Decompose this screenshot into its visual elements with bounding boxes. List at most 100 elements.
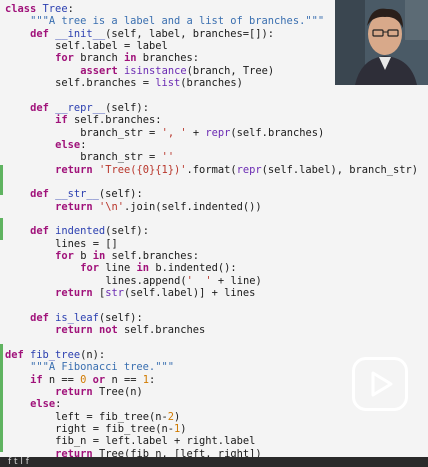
code-token: (self.label), branch_str) (261, 163, 419, 176)
code-line: def __str__(self): (30, 188, 143, 201)
code-token: def (30, 225, 56, 238)
code-token: else (55, 138, 81, 151)
code-line: if self.branches: (55, 114, 161, 127)
code-line: for b in self.branches: (55, 250, 199, 263)
code-line: if n == 0 or n == 1: (30, 374, 155, 387)
code-token: self.branches: (73, 114, 162, 127)
gutter-change-marker (0, 218, 3, 240)
code-token: + line) (211, 274, 262, 287)
code-line: lines = [] (55, 238, 118, 251)
play-button[interactable] (352, 357, 408, 411)
play-icon (371, 371, 393, 397)
code-token: (self): (105, 101, 149, 114)
code-token: (self): (98, 311, 143, 324)
code-token: (branch, Tree) (186, 64, 275, 77)
code-token: class (5, 3, 43, 15)
code-token: def (30, 101, 56, 114)
code-token: branch_str = (80, 126, 162, 139)
code-line: """A tree is a label and a list of branc… (30, 15, 324, 28)
bottom-status-text: f t l f (8, 457, 29, 467)
code-token: Tree(n) (98, 385, 143, 398)
code-line: lines.append(' ' + line) (105, 275, 261, 288)
code-token: for (80, 262, 106, 275)
code-token: : (148, 373, 156, 386)
code-token: __repr__ (55, 101, 106, 114)
code-token: (self, label, branches=[]): (105, 27, 275, 40)
code-token: def (30, 311, 56, 324)
code-token: '\n' (98, 200, 124, 213)
gutter-change-marker (0, 165, 3, 195)
code-token: return (55, 287, 99, 300)
code-token: line (105, 262, 137, 275)
code-line: for line in b.indented(): (80, 262, 236, 275)
code-token: (self): (98, 188, 143, 201)
code-token: list (155, 77, 181, 90)
code-token: self.label = label (55, 40, 168, 53)
code-token: str (105, 287, 124, 300)
code-line: def fib_tree(n): (5, 349, 105, 362)
code-token: lines = [] (55, 237, 118, 250)
code-token: return (55, 200, 99, 213)
code-token: ) (180, 422, 187, 435)
code-token: def (30, 188, 56, 201)
code-token: repr (236, 163, 262, 176)
code-line: def __init__(self, label, branches=[]): (30, 28, 274, 41)
code-line: return not self.branches (55, 324, 205, 337)
code-token: in (123, 52, 143, 65)
code-line: self.branches = list(branches) (55, 77, 243, 90)
code-token: : (67, 3, 74, 15)
code-line: def is_leaf(self): (30, 312, 143, 325)
code-token: lines.append( (105, 274, 187, 287)
code-line: def __repr__(self): (30, 102, 149, 115)
code-token: (self): (105, 225, 149, 238)
code-line: right = fib_tree(n-1) (55, 423, 186, 436)
gutter-change-marker (0, 344, 3, 452)
code-token: 'Tree({0}{1})' (98, 163, 187, 176)
code-token: ) (174, 410, 181, 423)
code-token: branch_str = (80, 151, 162, 164)
code-line: return Tree(n) (55, 386, 143, 399)
code-token: + (186, 126, 206, 139)
code-token: self.branches: (111, 250, 200, 262)
bottom-status-bar (0, 457, 428, 467)
code-token: (n): (80, 348, 106, 361)
code-token: return not (55, 324, 124, 337)
code-token: indented (55, 225, 106, 238)
code-line: return 'Tree({0}{1})'.format(repr(self.l… (55, 164, 418, 177)
code-token: n == (48, 373, 81, 386)
code-token: def (30, 27, 56, 40)
code-token: return (55, 163, 99, 176)
code-token: fib_tree (30, 348, 81, 361)
code-line: return [str(self.label)] + lines (55, 287, 255, 300)
code-token: for (55, 250, 81, 262)
code-line: branch_str = ', ' + repr(self.branches) (80, 127, 324, 140)
code-token: right = fib_tree(n- (55, 422, 175, 435)
code-token: in (92, 250, 112, 262)
code-token: : (55, 398, 62, 411)
code-token: if (55, 114, 74, 127)
code-token: isinstance (124, 64, 187, 77)
code-token: branches: (142, 52, 200, 65)
code-token: .format( (186, 163, 237, 176)
code-token: b (80, 250, 93, 262)
code-token: n == (111, 373, 143, 386)
code-token: __str__ (55, 188, 99, 201)
code-token: is_leaf (55, 311, 99, 324)
code-token: self.branches (123, 324, 206, 337)
code-line: """A Fibonacci tree.""" (30, 361, 174, 374)
code-token: assert (80, 64, 125, 77)
code-line: else: (55, 139, 86, 152)
code-line: return '\n'.join(self.indented()) (55, 201, 261, 214)
code-token: self.branches = (55, 77, 156, 90)
code-token: (branches) (180, 77, 243, 90)
code-line: for branch in branches: (55, 52, 199, 65)
code-token: repr (205, 126, 231, 139)
code-token: """A tree is a label and a list of branc… (30, 15, 325, 28)
webcam-presenter (335, 0, 428, 85)
code-line: assert isinstance(branch, Tree) (80, 65, 274, 78)
code-line: left = fib_tree(n-2) (55, 411, 180, 424)
code-token: else (30, 398, 56, 411)
code-token: in (136, 262, 156, 275)
code-token: (self.label)] + lines (124, 287, 256, 300)
code-line: class Tree: (5, 3, 74, 16)
